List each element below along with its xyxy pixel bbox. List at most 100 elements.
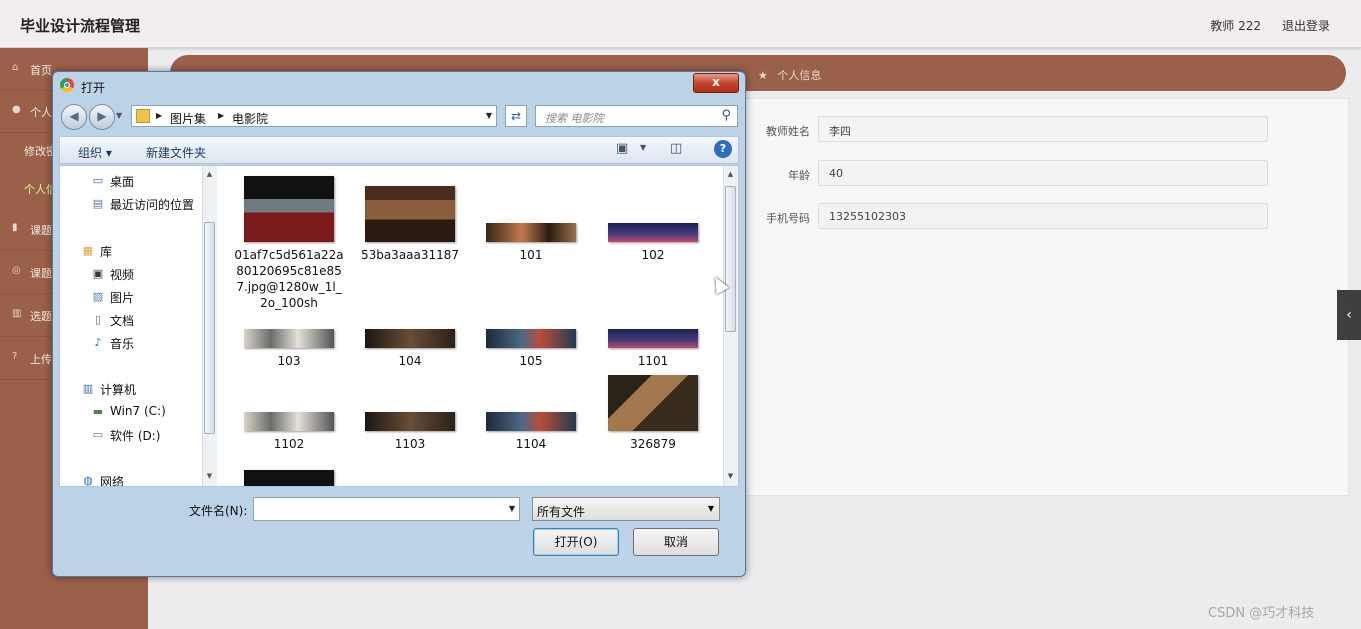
thumbnail-image xyxy=(244,412,334,431)
sidebar-item-label: 课题 xyxy=(30,224,52,237)
file-thumbnail[interactable] xyxy=(234,470,344,486)
nav-tree-label: 计算机 xyxy=(100,383,137,397)
file-name: 102 xyxy=(641,248,665,262)
file-thumbnail[interactable]: 104 xyxy=(355,329,465,369)
file-thumbnail-grid: 01af7c5d561a22a80120695c81e857.jpg@1280w… xyxy=(220,166,720,486)
address-bar[interactable]: ▶ 图片集 ▶ 电影院 ▼ xyxy=(131,105,497,127)
new-folder-button[interactable]: 新建文件夹 xyxy=(146,144,206,161)
scroll-up-icon[interactable]: ▲ xyxy=(724,170,737,178)
folder-icon xyxy=(136,109,150,123)
file-name: 1103 xyxy=(394,437,426,451)
file-thumbnail[interactable]: 01af7c5d561a22a80120695c81e857.jpg@1280w… xyxy=(234,176,344,311)
thumbnail-image xyxy=(608,223,698,242)
scrollbar-thumb[interactable] xyxy=(204,222,215,434)
recent-places-icon: ▤ xyxy=(92,197,104,210)
scroll-down-icon[interactable]: ▼ xyxy=(724,472,737,480)
home-icon: ⌂ xyxy=(12,62,19,73)
scroll-up-icon[interactable]: ▲ xyxy=(203,170,216,178)
help-icon[interactable]: ? xyxy=(714,140,732,158)
dialog-footer: 文件名(N): ▼ 所有文件 ▼ 打开(O) 取消 xyxy=(59,487,739,569)
file-name: 101 xyxy=(519,248,543,262)
file-thumbnail[interactable]: 103 xyxy=(234,329,344,369)
dialog-content: ▭ 桌面 ▤ 最近访问的位置 ▦ 库 ▣ 视频 ▨ 图片 ▯ 文档 ♪ 音乐 ▥ 计算机 ▬ Win7 (C:) ▭… xyxy=(59,165,739,487)
path-segment-cinema[interactable]: 电影院 xyxy=(232,110,268,127)
file-list-scrollbar[interactable]: ▲ ▼ xyxy=(723,166,738,486)
file-name: 104 xyxy=(398,354,422,368)
microphone-icon: ▮ xyxy=(12,222,18,233)
network-icon: ◍ xyxy=(83,474,93,487)
nav-tree-label: 音乐 xyxy=(110,337,135,351)
scroll-down-icon[interactable]: ▼ xyxy=(203,472,216,480)
video-icon: ▣ xyxy=(92,267,104,280)
file-thumbnail[interactable]: 1104 xyxy=(476,412,586,452)
collapse-panel-button[interactable]: ‹ xyxy=(1337,290,1361,340)
dialog-title: 打开 xyxy=(81,81,106,95)
chrome-icon xyxy=(60,78,74,92)
file-thumbnail[interactable]: 1102 xyxy=(234,412,344,452)
question-icon: ? xyxy=(12,351,18,362)
file-type-select[interactable]: 所有文件 ▼ xyxy=(532,497,720,521)
address-dropdown-icon[interactable]: ▼ xyxy=(486,111,492,120)
sidebar-item-label: 上传 xyxy=(30,353,52,366)
watermark: CSDN @巧才科技 xyxy=(1208,606,1315,621)
sidebar-item-label: 课题 xyxy=(30,267,52,280)
age-field[interactable]: 40 xyxy=(818,160,1268,186)
computer-icon: ▥ xyxy=(82,382,94,395)
sidebar-item-label: 选题 xyxy=(30,310,52,323)
close-button[interactable]: x xyxy=(693,73,739,93)
path-separator-icon: ▶ xyxy=(218,111,225,120)
search-input[interactable]: 搜索 电影院 ⚲ xyxy=(535,105,738,127)
breadcrumb-current: 个人信息 xyxy=(777,69,822,82)
teacher-name-label: 教师姓名 xyxy=(766,125,810,138)
thumbnail-image xyxy=(365,412,455,431)
search-icon[interactable]: ⚲ xyxy=(721,108,731,123)
back-button[interactable]: ◀ xyxy=(61,104,87,130)
refresh-icon[interactable]: ⇄ xyxy=(505,105,527,127)
file-thumbnail[interactable]: 1101 xyxy=(598,329,708,369)
preview-pane-icon[interactable]: ◫ xyxy=(670,141,682,156)
filename-input[interactable]: ▼ xyxy=(253,497,520,521)
file-thumbnail[interactable]: 326879 xyxy=(598,375,708,452)
nav-tree-label: 图片 xyxy=(110,291,135,305)
thumbnail-image xyxy=(244,176,334,242)
current-user[interactable]: 教师 222 xyxy=(1210,17,1261,34)
forward-button[interactable]: ▶ xyxy=(89,104,115,130)
nav-tree-label: 网络 xyxy=(100,475,125,487)
file-thumbnail[interactable]: 105 xyxy=(476,329,586,369)
nav-tree-label: 最近访问的位置 xyxy=(110,198,195,212)
picture-icon: ▨ xyxy=(92,290,104,303)
file-thumbnail[interactable]: 102 xyxy=(598,223,708,263)
drive-c-icon: ▬ xyxy=(92,405,104,418)
view-options-icon[interactable]: ▣ xyxy=(616,141,628,156)
file-thumbnail[interactable]: 53ba3aaa31187 xyxy=(355,186,465,263)
file-name: 105 xyxy=(519,354,543,368)
phone-field[interactable]: 13255102303 xyxy=(818,203,1268,229)
filename-dropdown-icon[interactable]: ▼ xyxy=(509,504,515,513)
file-thumbnail[interactable]: 101 xyxy=(476,223,586,263)
desktop-icon: ▭ xyxy=(92,174,104,187)
thumbnail-image xyxy=(365,186,455,242)
file-name: 1104 xyxy=(515,437,547,451)
file-thumbnail[interactable]: 1103 xyxy=(355,412,465,452)
top-bar: 毕业设计流程管理 教师 222 退出登录 xyxy=(0,0,1361,48)
dialog-titlebar[interactable]: 打开 x xyxy=(53,72,745,100)
nav-tree-label: 软件 (D:) xyxy=(110,429,161,443)
path-segment-pictures[interactable]: 图片集 xyxy=(170,110,206,127)
bar-chart-icon: ▥ xyxy=(12,308,22,319)
open-button[interactable]: 打开(O) xyxy=(533,528,619,556)
file-name: 326879 xyxy=(630,437,676,451)
recent-locations-dropdown[interactable]: ▼ xyxy=(116,111,122,120)
drive-d-icon: ▭ xyxy=(92,428,104,441)
teacher-name-field[interactable]: 李四 xyxy=(818,116,1268,142)
logout-link[interactable]: 退出登录 xyxy=(1282,17,1330,34)
nav-tree-label: 库 xyxy=(100,245,113,259)
scrollbar-thumb[interactable] xyxy=(725,186,736,332)
view-dropdown-icon[interactable]: ▼ xyxy=(640,143,646,152)
cancel-button[interactable]: 取消 xyxy=(633,528,719,556)
thumbnail-image xyxy=(486,412,576,431)
compass-icon: ◎ xyxy=(12,265,21,276)
app-title: 毕业设计流程管理 xyxy=(20,17,141,35)
organize-menu[interactable]: 组织 ▾ xyxy=(78,144,112,161)
music-icon: ♪ xyxy=(94,336,102,349)
navigation-pane-scrollbar[interactable]: ▲ ▼ xyxy=(202,166,217,486)
